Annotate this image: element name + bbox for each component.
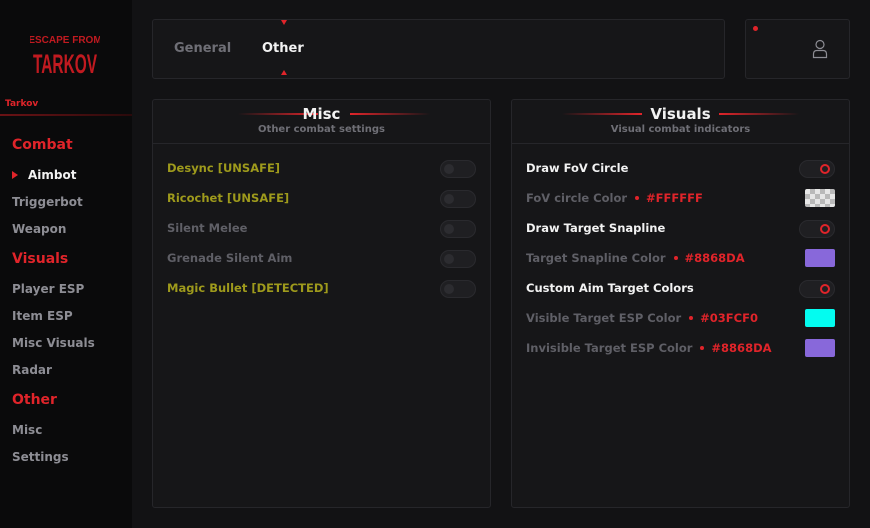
- draw-snapline-toggle[interactable]: [799, 220, 835, 238]
- snapline-color-row: Target Snapline Color #8868DA: [526, 251, 745, 265]
- nav-section-combat: Combat: [12, 137, 73, 153]
- invisible-color-hex: #8868DA: [711, 341, 772, 355]
- nav-item-player-esp[interactable]: Player ESP: [12, 282, 84, 296]
- triangle-right-icon: [12, 171, 18, 179]
- tab-general[interactable]: General: [174, 41, 231, 56]
- nav-item-item-esp[interactable]: Item ESP: [12, 309, 73, 323]
- snapline-color-hex: #8868DA: [684, 251, 745, 265]
- sidebar: ESCAPE FROM TARKOV Tarkov Combat Aimbot …: [0, 0, 132, 528]
- visuals-subtitle: Visual combat indicators: [610, 124, 751, 135]
- app-logo: ESCAPE FROM TARKOV: [30, 35, 100, 79]
- notification-dot: [753, 26, 758, 31]
- draw-snapline-label: Draw Target Snapline: [526, 221, 666, 235]
- invisible-color-label: Invisible Target ESP Color: [526, 341, 693, 355]
- visuals-title: Visuals: [650, 105, 711, 123]
- nav-section-other: Other: [12, 392, 57, 408]
- desync-toggle[interactable]: [440, 160, 476, 178]
- nav-item-aimbot[interactable]: Aimbot: [28, 168, 76, 182]
- nav-item-settings[interactable]: Settings: [12, 450, 69, 464]
- custom-colors-label: Custom Aim Target Colors: [526, 281, 694, 295]
- nav-item-triggerbot[interactable]: Triggerbot: [12, 195, 83, 209]
- misc-subtitle: Other combat settings: [258, 124, 385, 135]
- custom-colors-toggle[interactable]: [799, 280, 835, 298]
- ricochet-toggle[interactable]: [440, 190, 476, 208]
- misc-divider: [153, 143, 490, 144]
- misc-card: Misc Other combat settings Desync [UNSAF…: [152, 99, 491, 508]
- snapline-color-label: Target Snapline Color: [526, 251, 666, 265]
- profile-panel[interactable]: [745, 19, 850, 79]
- magic-bullet-label: Magic Bullet [DETECTED]: [167, 281, 329, 295]
- draw-fov-label: Draw FoV Circle: [526, 161, 629, 175]
- visible-color-row: Visible Target ESP Color #03FCF0: [526, 311, 758, 325]
- fov-color-swatch[interactable]: [805, 189, 835, 207]
- invisible-color-swatch[interactable]: [805, 339, 835, 357]
- fov-color-label: FoV circle Color: [526, 191, 628, 205]
- grenade-silent-aim-toggle[interactable]: [440, 250, 476, 268]
- magic-bullet-toggle[interactable]: [440, 280, 476, 298]
- tab-indicator-top-icon: [281, 20, 287, 25]
- snapline-color-swatch[interactable]: [805, 249, 835, 267]
- grenade-silent-aim-label: Grenade Silent Aim: [167, 251, 293, 265]
- nav-item-misc-visuals[interactable]: Misc Visuals: [12, 336, 95, 350]
- svg-text:TARKOV: TARKOV: [33, 49, 97, 79]
- nav-item-radar[interactable]: Radar: [12, 363, 52, 377]
- svg-text:ESCAPE FROM: ESCAPE FROM: [30, 35, 100, 46]
- tab-indicator-bottom-icon: [281, 70, 287, 75]
- ricochet-label: Ricochet [UNSAFE]: [167, 191, 290, 205]
- silent-melee-toggle[interactable]: [440, 220, 476, 238]
- brand-divider: [0, 114, 132, 116]
- tab-bar: [152, 19, 725, 79]
- misc-title: Misc: [302, 105, 341, 123]
- visuals-card: Visuals Visual combat indicators Draw Fo…: [511, 99, 850, 508]
- draw-fov-toggle[interactable]: [799, 160, 835, 178]
- desync-label: Desync [UNSAFE]: [167, 161, 281, 175]
- user-icon[interactable]: [812, 39, 828, 59]
- visuals-divider: [512, 143, 849, 144]
- brand-name: Tarkov: [5, 99, 39, 109]
- invisible-color-row: Invisible Target ESP Color #8868DA: [526, 341, 772, 355]
- nav-section-visuals: Visuals: [12, 251, 69, 267]
- silent-melee-label: Silent Melee: [167, 221, 248, 235]
- fov-color-hex: #FFFFFF: [646, 191, 703, 205]
- fov-color-row: FoV circle Color #FFFFFF: [526, 191, 703, 205]
- nav-item-weapon[interactable]: Weapon: [12, 222, 66, 236]
- visible-color-label: Visible Target ESP Color: [526, 311, 682, 325]
- visible-color-swatch[interactable]: [805, 309, 835, 327]
- nav-item-misc[interactable]: Misc: [12, 423, 42, 437]
- tab-other[interactable]: Other: [262, 41, 304, 56]
- visible-color-hex: #03FCF0: [700, 311, 758, 325]
